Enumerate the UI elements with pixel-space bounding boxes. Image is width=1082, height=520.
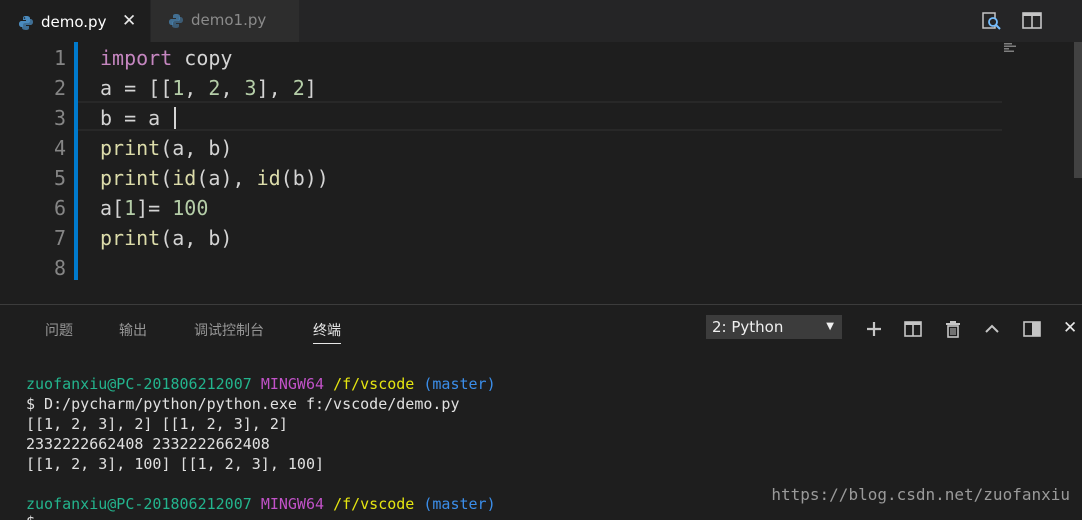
prompt-path: /f/vscode <box>333 375 415 393</box>
function-name: print <box>100 136 161 160</box>
close-panel-icon[interactable]: ✕ <box>1063 318 1081 338</box>
prompt-env: MINGW64 <box>260 495 325 513</box>
split-editor-icon[interactable] <box>1021 10 1043 32</box>
line-number: 6 <box>53 196 66 220</box>
number: 1 <box>124 196 137 220</box>
trash-icon[interactable] <box>943 319 963 339</box>
terminal-select[interactable]: 2: Python ▼ <box>706 315 842 339</box>
line-number: 2 <box>53 76 66 100</box>
code-line-7[interactable]: print(a, b) <box>100 223 232 253</box>
close-tab-icon[interactable]: ✕ <box>122 11 136 31</box>
number: 2 <box>208 76 221 100</box>
code-text: ], <box>256 76 293 100</box>
number: 100 <box>172 196 209 220</box>
code-text: (a, b) <box>160 226 233 250</box>
terminal-command: $ D:/pycharm/python/python.exe f:/vscode… <box>26 395 460 413</box>
current-line-highlight <box>78 101 1002 131</box>
function-name: id <box>172 166 197 190</box>
line-number: 1 <box>53 46 66 70</box>
bottom-panel: 问题 输出 调试控制台 终端 2: Python ▼ ✕ zuofanxiu@P… <box>0 304 1082 520</box>
line-number: 4 <box>53 136 66 160</box>
terminal-select-value: 2: Python <box>712 318 784 336</box>
tab-demo-py[interactable]: demo.py ✕ <box>0 0 150 42</box>
code-line-5[interactable]: print(id(a), id(b)) <box>100 163 329 193</box>
code-text: (a, b) <box>160 136 233 160</box>
find-in-files-icon[interactable] <box>981 10 1003 32</box>
line-number: 8 <box>53 256 66 280</box>
python-file-icon <box>19 16 33 30</box>
code-text: (a), <box>196 166 257 190</box>
tab-terminal[interactable]: 终端 <box>313 319 341 344</box>
maximize-panel-icon[interactable] <box>1022 319 1042 339</box>
line-number: 3 <box>53 106 66 130</box>
python-file-icon <box>169 14 183 28</box>
code-text: (b)) <box>280 166 329 190</box>
line-number: 5 <box>53 166 66 190</box>
code-line-6[interactable]: a[1]= 100 <box>100 193 208 223</box>
code-text: a[ <box>100 196 125 220</box>
prompt-path: /f/vscode <box>333 495 415 513</box>
terminal-prompt-line: zuofanxiu@PC-201806212007 MINGW64 /f/vsc… <box>26 374 496 394</box>
function-name: print <box>100 166 161 190</box>
number: 3 <box>244 76 257 100</box>
code-line-2[interactable]: a = [[1, 2, 3], 2] <box>100 73 317 103</box>
tab-problems[interactable]: 问题 <box>45 319 73 343</box>
code-text: , <box>184 76 209 100</box>
function-name: id <box>256 166 281 190</box>
editor-scrollbar[interactable] <box>1074 42 1082 178</box>
watermark-text: https://blog.csdn.net/zuofanxiu <box>771 485 1070 504</box>
function-name: print <box>100 226 161 250</box>
number: 1 <box>172 76 185 100</box>
code-text: a = [[ <box>100 76 173 100</box>
tab-demo1-py[interactable]: demo1.py <box>151 0 299 42</box>
line-number-gutter: 1 2 3 4 5 6 7 8 <box>0 42 74 304</box>
split-terminal-icon[interactable] <box>903 319 923 339</box>
terminal-output-line: 2332222662408 2332222662408 <box>26 435 270 453</box>
focus-indicator-bar <box>74 42 78 280</box>
prompt-user: zuofanxiu@PC-201806212007 <box>26 495 252 513</box>
code-line-4[interactable]: print(a, b) <box>100 133 232 163</box>
number: 2 <box>292 76 305 100</box>
code-line-3[interactable]: b = a <box>100 103 177 133</box>
code-text: ] <box>304 76 317 100</box>
dropdown-arrow-icon: ▼ <box>826 321 834 332</box>
terminal-prompt-line: zuofanxiu@PC-201806212007 MINGW64 /f/vsc… <box>26 494 496 514</box>
code-line-1[interactable]: import copy <box>100 43 232 73</box>
editor-tab-bar: demo.py ✕ demo1.py <box>0 0 1082 42</box>
code-text: , <box>220 76 245 100</box>
code-text: ]= <box>136 196 173 220</box>
code-text: b = a <box>100 106 173 130</box>
plus-icon[interactable] <box>864 319 884 339</box>
minimap[interactable] <box>1003 42 1023 54</box>
code-text: copy <box>172 46 233 70</box>
prompt-user: zuofanxiu@PC-201806212007 <box>26 375 252 393</box>
text-cursor <box>174 107 177 129</box>
code-editor[interactable]: 1 2 3 4 5 6 7 8 import copy a = [[1, 2, … <box>0 42 1082 304</box>
prompt-branch: (master) <box>423 375 496 393</box>
tab-output[interactable]: 输出 <box>119 319 147 343</box>
tab-debug-console[interactable]: 调试控制台 <box>194 319 264 343</box>
prompt-branch: (master) <box>423 495 496 513</box>
prompt-env: MINGW64 <box>260 375 325 393</box>
tab-label: demo.py <box>41 13 107 31</box>
line-number: 7 <box>53 226 66 250</box>
terminal-output-line: [[1, 2, 3], 2] [[1, 2, 3], 2] <box>26 415 288 433</box>
chevron-up-icon[interactable] <box>982 319 1002 339</box>
keyword: import <box>100 46 173 70</box>
code-text: ( <box>160 166 173 190</box>
tab-label: demo1.py <box>191 11 267 29</box>
terminal-output-line: [[1, 2, 3], 100] [[1, 2, 3], 100] <box>26 455 325 473</box>
